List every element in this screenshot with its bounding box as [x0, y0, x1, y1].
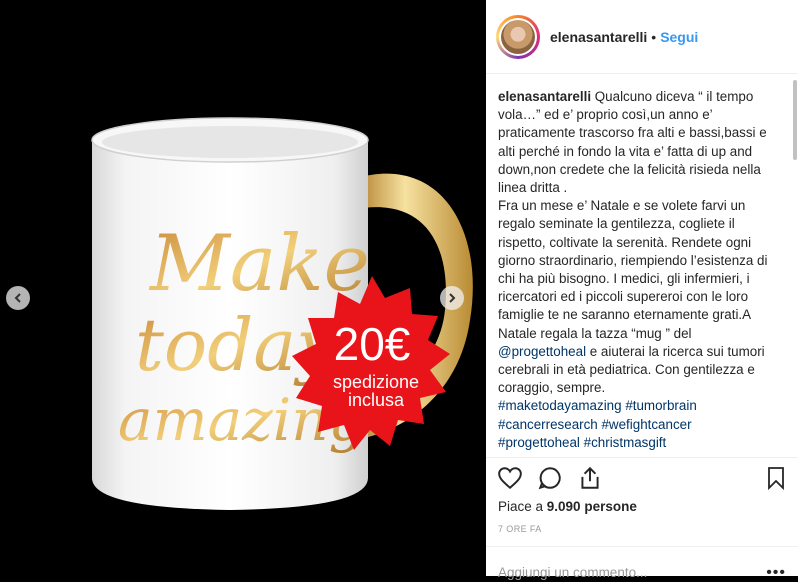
- hashtag-link[interactable]: #wefightcancer: [601, 417, 691, 432]
- caption-scrollbar[interactable]: [792, 76, 798, 456]
- hashtag-link[interactable]: #progettoheal: [498, 435, 580, 450]
- hashtag-link[interactable]: #christmasgift: [584, 435, 667, 450]
- share-icon: [581, 466, 599, 489]
- next-image-button[interactable]: [440, 286, 464, 310]
- avatar[interactable]: [496, 14, 540, 59]
- header-username[interactable]: elenasantarelli: [550, 29, 647, 45]
- comment-icon: [538, 467, 561, 490]
- avatar-photo: [501, 19, 535, 54]
- post-header: elenasantarelli • Segui: [486, 0, 798, 74]
- caption: elenasantarelli Qualcuno diceva “ il tem…: [498, 88, 780, 454]
- share-button[interactable]: [576, 464, 604, 492]
- heart-icon: [498, 467, 522, 490]
- follow-button[interactable]: Segui: [660, 29, 698, 45]
- mug-text-today: today: [135, 303, 338, 387]
- divider: [486, 457, 798, 458]
- mention-link[interactable]: @progettoheal: [498, 344, 586, 359]
- header-separator: •: [651, 28, 657, 45]
- mug-text-make: Make: [148, 219, 370, 309]
- save-button[interactable]: [762, 464, 790, 492]
- comment-button[interactable]: [536, 464, 564, 492]
- badge-price: 20€: [334, 318, 411, 370]
- likes-number: 9.090: [546, 499, 581, 514]
- mug-image: Make today amazing 20€ spedizione inclus…: [0, 0, 486, 576]
- divider: [486, 546, 798, 547]
- post-timestamp[interactable]: 7 ORE FA: [498, 524, 542, 534]
- hashtag-link[interactable]: #cancerresearch: [498, 417, 598, 432]
- action-bar: [486, 460, 798, 496]
- likes-count[interactable]: Piace a 9.090 persone: [498, 499, 637, 514]
- previous-image-button[interactable]: [6, 286, 30, 310]
- like-button[interactable]: [496, 464, 524, 492]
- hashtag-link[interactable]: #tumorbrain: [625, 398, 696, 413]
- caption-username[interactable]: elenasantarelli: [498, 89, 591, 104]
- badge-line2: inclusa: [348, 390, 405, 410]
- bookmark-icon: [768, 467, 784, 491]
- comment-bar: •••: [498, 562, 794, 582]
- scrollbar-thumb[interactable]: [793, 80, 797, 160]
- post-side-panel: elenasantarelli • Segui elenasantarelli …: [486, 0, 798, 581]
- more-options-button[interactable]: •••: [766, 564, 786, 582]
- chevron-left-icon: [14, 293, 21, 303]
- badge-line1: spedizione: [333, 372, 419, 392]
- hashtag-link[interactable]: #maketodayamazing: [498, 398, 622, 413]
- post-media[interactable]: Make today amazing 20€ spedizione inclus…: [0, 0, 486, 576]
- caption-text-part1: Qualcuno diceva “ il tempo vola…” ed e’ …: [498, 89, 768, 341]
- chevron-right-icon: [449, 293, 456, 303]
- comment-input[interactable]: [498, 564, 738, 580]
